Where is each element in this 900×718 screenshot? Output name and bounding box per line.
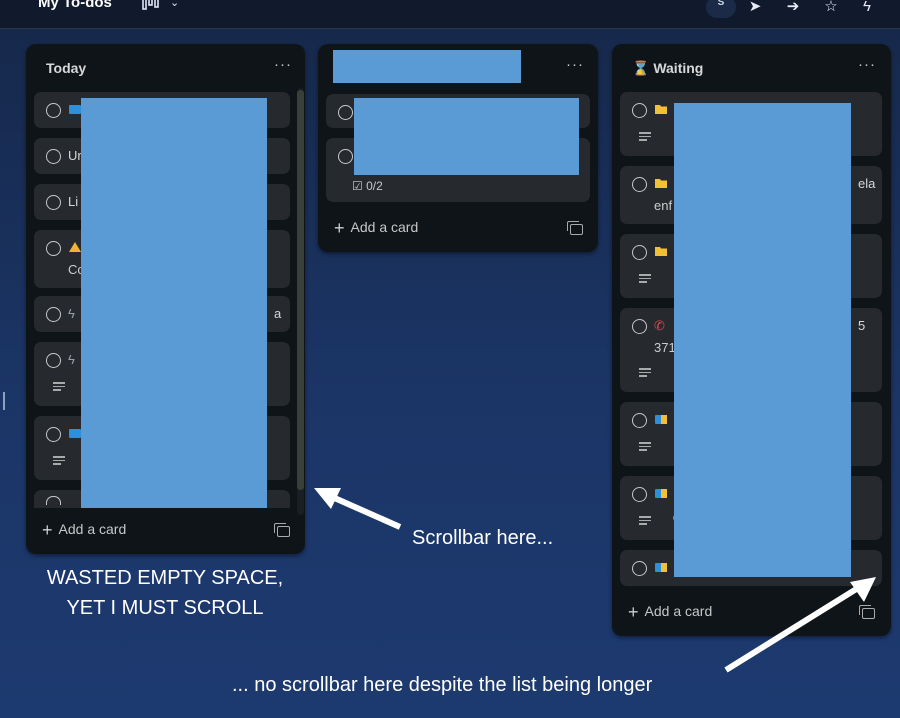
annotation-arrows <box>314 488 876 673</box>
arrow-to-scrollbar <box>328 493 402 530</box>
arrow-to-no-scrollbar <box>724 585 860 673</box>
